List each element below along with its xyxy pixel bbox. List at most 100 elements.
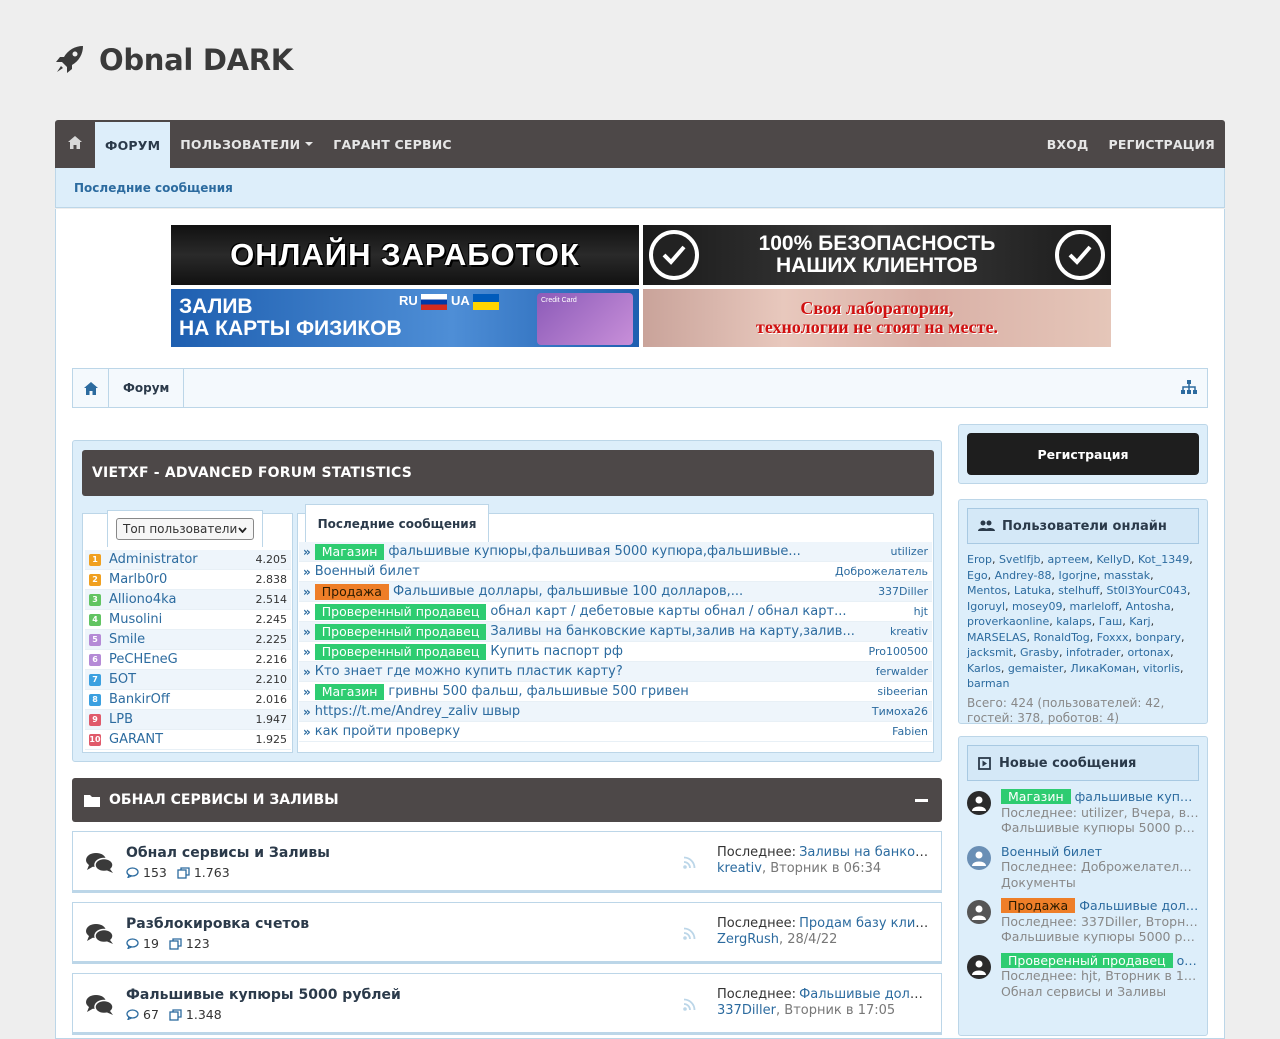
banner-security[interactable]: 100% БЕЗОПАСНОСТЬ НАШИХ КЛИЕНТОВ [643, 225, 1111, 285]
rss-icon[interactable] [683, 998, 696, 1014]
new-post-item[interactable]: Магазин фальшивые купюры...Последнее: uti… [967, 789, 1199, 836]
online-user-link[interactable]: Grasby [1020, 646, 1059, 659]
top-user-row[interactable]: 3 Alliono4ka 2.514 [85, 590, 291, 610]
register-link[interactable]: РЕГИСТРАЦИЯ [1098, 120, 1225, 168]
online-user-link[interactable]: vitorlis [1143, 662, 1180, 675]
online-user-link[interactable]: Foxxx [1097, 631, 1129, 644]
top-user-row[interactable]: 4 Musolini 2.245 [85, 610, 291, 630]
online-user-link[interactable]: артеем [1048, 553, 1090, 566]
recent-post-title[interactable]: https://t.me/Andrey_zaliv швыр [315, 704, 862, 719]
top-user-row[interactable]: 7 БОТ 2.210 [85, 670, 291, 690]
online-user-link[interactable]: Svetlfjb [999, 553, 1041, 566]
top-user-name[interactable]: Smile [109, 632, 256, 647]
online-user-link[interactable]: ЛикаКоман [1070, 662, 1136, 675]
top-user-row[interactable]: 6 PeCHEneG 2.216 [85, 650, 291, 670]
recent-posts-tab[interactable]: Последние сообщения [305, 504, 489, 542]
online-user-link[interactable]: infotrader [1066, 646, 1120, 659]
collapse-icon[interactable] [915, 798, 928, 802]
recent-post-row[interactable]: » Магазин гривны 500 фальш, фальшивые 500 … [299, 682, 932, 702]
new-post-forum[interactable]: Обнал сервисы и Заливы [1001, 984, 1199, 1000]
recent-post-row[interactable]: » Проверенный продавец Заливы на банковски… [299, 622, 932, 642]
banner-online-earning[interactable]: ОНЛАЙН ЗАРАБОТОК [171, 225, 639, 285]
new-post-forum[interactable]: Документы [1001, 875, 1199, 891]
new-post-forum[interactable]: Фальшивые купюры 5000 рублей [1001, 929, 1199, 945]
tab-garant[interactable]: ГАРАНТ СЕРВИС [323, 120, 461, 168]
recent-post-user[interactable]: utilizer [890, 545, 928, 558]
sitemap-icon[interactable] [1181, 379, 1197, 397]
recent-post-user[interactable]: hjt [914, 605, 928, 618]
online-user-link[interactable]: marleloff [1069, 600, 1118, 613]
recent-post-title[interactable]: обнал карт / дебетовые карты обнал / обн… [490, 604, 903, 619]
online-user-link[interactable]: Igoruyl [967, 600, 1005, 613]
recent-post-title[interactable]: Кто знает где можно купить пластик карту… [315, 664, 866, 679]
banner-card-refill[interactable]: ЗАЛИВ НА КАРТЫ ФИЗИКОВ RU UA Credit Card [171, 289, 639, 347]
recent-post-row[interactable]: » Магазин фальшивые купюры,фальшивая 5000 … [299, 542, 932, 562]
breadcrumb-home[interactable] [73, 369, 109, 407]
breadcrumb-forum[interactable]: Форум [109, 369, 185, 407]
online-user-link[interactable]: stelhuff [1058, 584, 1099, 597]
rss-icon[interactable] [683, 927, 696, 943]
online-user-link[interactable]: Igorjne [1058, 569, 1096, 582]
online-user-link[interactable]: bonpary [1136, 631, 1181, 644]
new-post-title[interactable]: фальшивые купюры... [1075, 789, 1199, 804]
last-post-title[interactable]: Заливы на банковс... [799, 845, 931, 860]
recent-post-row[interactable]: » Проверенный продавец Купить паспорт рф Pr… [299, 642, 932, 662]
avatar[interactable] [967, 954, 991, 979]
online-user-link[interactable]: proverkaonline [967, 615, 1049, 628]
nav-home-button[interactable] [55, 120, 95, 168]
top-users-select[interactable]: Топ пользователи [116, 518, 254, 540]
top-user-name[interactable]: Musolini [109, 612, 256, 627]
online-user-link[interactable]: barman [967, 677, 1009, 690]
new-post-title-line[interactable]: ПродажаФальшивые доллар... [1001, 898, 1199, 914]
rocket-icon[interactable] [55, 44, 85, 77]
recent-post-title[interactable]: Военный билет [315, 564, 825, 579]
recent-post-user[interactable]: sibeerian [877, 685, 928, 698]
online-user-link[interactable]: gemaister [1008, 662, 1064, 675]
last-post-title[interactable]: Фальшивые долла... [799, 987, 931, 1002]
online-user-link[interactable]: kalaps [1056, 615, 1091, 628]
new-post-item[interactable]: Проверенный продавец обна...Последнее: hj… [967, 952, 1199, 1000]
recent-post-row[interactable]: » как пройти проверку Fabien [299, 722, 932, 742]
online-user-link[interactable]: Kot_1349 [1138, 553, 1189, 566]
login-link[interactable]: ВХОД [1037, 120, 1099, 168]
forum-node[interactable]: Обнал сервисы и Заливы 153 1.763 Последнее:… [72, 831, 942, 893]
tab-forum[interactable]: ФОРУМ [95, 120, 171, 168]
recent-post-user[interactable]: Доброжелатель [835, 565, 928, 578]
online-user-link[interactable]: Ego [967, 569, 988, 582]
top-user-row[interactable]: 2 Marlb0r0 2.838 [85, 570, 291, 590]
forum-node[interactable]: Фальшивые купюры 5000 рублей 67 1.348 После… [72, 973, 942, 1035]
last-post-user[interactable]: kreativ [717, 861, 762, 876]
online-user-link[interactable]: MARSELAS [967, 631, 1026, 644]
recent-post-user[interactable]: ferwalder [876, 665, 928, 678]
recent-posts-link[interactable]: Последние сообщения [74, 181, 233, 195]
new-post-item[interactable]: ПродажаФальшивые доллар...Последнее: 337… [967, 898, 1199, 945]
top-user-name[interactable]: Alliono4ka [109, 592, 256, 607]
top-user-row[interactable]: 10 GARANT 1.925 [85, 730, 291, 750]
online-user-link[interactable]: Mentos [967, 584, 1007, 597]
avatar[interactable] [967, 845, 991, 870]
last-post-user[interactable]: ZergRush [717, 932, 779, 947]
new-post-title[interactable]: Фальшивые доллар... [1079, 898, 1199, 913]
node-title[interactable]: Фальшивые купюры 5000 рублей [126, 987, 401, 1003]
tab-users[interactable]: ПОЛЬЗОВАТЕЛИ [170, 120, 323, 168]
new-post-item[interactable]: Военный билетПоследнее: Доброжелатель, В… [967, 844, 1199, 891]
recent-post-title[interactable]: Фальшивые доллары, фальшивые 100 долларо… [393, 584, 868, 599]
new-post-title[interactable]: Военный билет [1001, 844, 1102, 859]
avatar[interactable] [967, 900, 991, 924]
recent-post-row[interactable]: » https://t.me/Andrey_zaliv швыр Тимоха26 [299, 702, 932, 722]
last-post-title[interactable]: Продам базу клиен... [799, 916, 931, 931]
site-title[interactable]: Obnal DARK [99, 43, 293, 77]
online-user-link[interactable]: RonaldTog [1033, 631, 1089, 644]
online-user-link[interactable]: St0l3YourC043 [1106, 584, 1187, 597]
online-user-link[interactable]: Karlos [967, 662, 1001, 675]
top-user-name[interactable]: Administrator [109, 552, 256, 567]
new-post-title-line[interactable]: Военный билет [1001, 844, 1199, 860]
register-button[interactable]: Регистрация [967, 433, 1199, 475]
top-user-row[interactable]: 8 BankirOff 2.016 [85, 690, 291, 710]
top-user-name[interactable]: PeCHEneG [109, 652, 256, 667]
online-user-link[interactable]: Antosha [1126, 600, 1171, 613]
recent-post-row[interactable]: » Военный билет Доброжелатель [299, 562, 932, 582]
online-user-link[interactable]: mosey09 [1012, 600, 1062, 613]
new-post-title-line[interactable]: Проверенный продавец обна... [1001, 952, 1199, 969]
new-post-title-line[interactable]: Магазин фальшивые купюры... [1001, 789, 1199, 805]
